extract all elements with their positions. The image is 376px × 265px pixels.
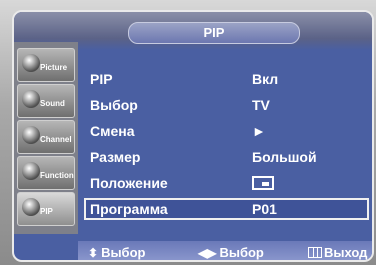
pip-icon bbox=[22, 198, 40, 216]
tv-frame: PIP Picture Sound Channel Function PIP P… bbox=[0, 0, 376, 265]
sidebar-item-channel[interactable]: Channel bbox=[17, 120, 75, 154]
row-value: P01 bbox=[252, 201, 277, 217]
sidebar-item-label: Function bbox=[40, 171, 74, 180]
sidebar-item-label: Sound bbox=[40, 99, 65, 108]
hint-select-label: Выбор bbox=[219, 245, 264, 260]
row-value: TV bbox=[252, 97, 270, 113]
row-label: PIP bbox=[90, 71, 113, 87]
up-down-arrow-icon: ⬍ bbox=[88, 246, 99, 260]
sound-icon bbox=[22, 90, 40, 108]
menu-row-pip[interactable]: PIP Вкл bbox=[84, 68, 369, 90]
sidebar: Picture Sound Channel Function PIP bbox=[14, 42, 78, 234]
menu-row-size[interactable]: Размер Большой bbox=[84, 146, 369, 168]
play-arrow-icon: ► bbox=[252, 123, 266, 139]
channel-icon bbox=[22, 126, 40, 144]
row-value: Большой bbox=[252, 149, 317, 165]
picture-icon bbox=[22, 54, 40, 72]
sidebar-item-label: Channel bbox=[40, 135, 72, 144]
left-right-arrow-icon: ◀▶ bbox=[198, 246, 217, 260]
footer-hints: ⬍ Выбор ◀▶ Выбор Выход bbox=[78, 241, 372, 260]
hint-move-label: Выбор bbox=[101, 245, 146, 260]
row-label: Смена bbox=[90, 123, 135, 139]
menu-exit-icon bbox=[308, 247, 322, 258]
hint-exit-label: Выход bbox=[324, 245, 368, 260]
row-label: Положение bbox=[90, 175, 168, 191]
hint-exit: Выход bbox=[308, 245, 367, 260]
sidebar-item-picture[interactable]: Picture bbox=[17, 48, 75, 82]
row-label: Размер bbox=[90, 149, 141, 165]
function-icon bbox=[22, 162, 40, 180]
osd-menu: PIP Picture Sound Channel Function PIP P… bbox=[12, 10, 374, 262]
menu-row-program[interactable]: Программа P01 bbox=[84, 198, 369, 220]
menu-title: PIP bbox=[128, 22, 300, 44]
row-label: Программа bbox=[90, 201, 168, 217]
sidebar-item-function[interactable]: Function bbox=[17, 156, 75, 190]
sidebar-item-label: Picture bbox=[40, 63, 68, 72]
hint-select: ◀▶ Выбор bbox=[198, 245, 264, 260]
sidebar-item-sound[interactable]: Sound bbox=[17, 84, 75, 118]
row-value: Вкл bbox=[252, 71, 279, 87]
menu-row-position[interactable]: Положение bbox=[84, 172, 369, 194]
row-label: Выбор bbox=[90, 97, 138, 113]
hint-move: ⬍ Выбор bbox=[88, 245, 145, 260]
sidebar-item-label: PIP bbox=[40, 207, 53, 216]
menu-row-swap[interactable]: Смена ► bbox=[84, 120, 369, 142]
menu-row-source[interactable]: Выбор TV bbox=[84, 94, 369, 116]
sidebar-item-pip[interactable]: PIP bbox=[17, 192, 75, 226]
pip-position-icon bbox=[252, 176, 274, 190]
